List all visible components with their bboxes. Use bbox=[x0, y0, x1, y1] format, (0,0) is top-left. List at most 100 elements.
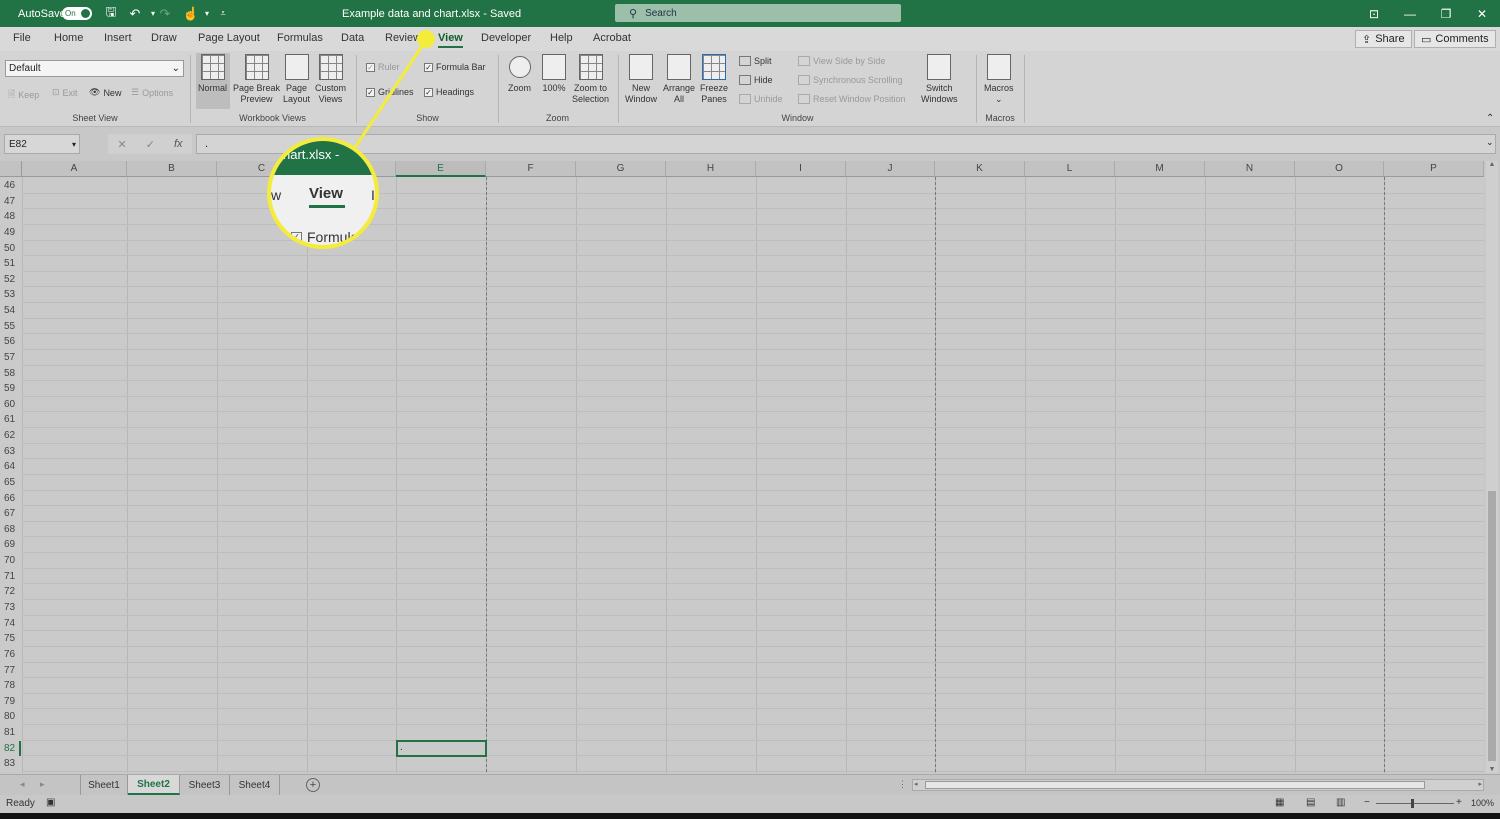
tab-developer[interactable]: Developer bbox=[481, 32, 531, 44]
normal-view-status-icon[interactable]: ▦ bbox=[1275, 797, 1284, 808]
customize-qat-icon[interactable]: ⩡ bbox=[212, 0, 234, 27]
row-header[interactable]: 75 bbox=[0, 631, 21, 647]
tab-insert[interactable]: Insert bbox=[104, 32, 132, 44]
row-header[interactable]: 66 bbox=[0, 491, 21, 507]
horizontal-scroll-thumb[interactable] bbox=[925, 781, 1425, 789]
expand-formula-bar-icon[interactable]: ⌄ bbox=[1486, 137, 1494, 148]
scroll-left-icon[interactable]: ◂ bbox=[914, 780, 918, 788]
row-header[interactable]: 59 bbox=[0, 381, 21, 397]
active-cell[interactable]: . bbox=[396, 739, 487, 757]
row-header[interactable]: 54 bbox=[0, 303, 21, 319]
row-header[interactable]: 50 bbox=[0, 241, 21, 257]
new-sheet-view-button[interactable]: 👁 New bbox=[89, 87, 121, 98]
comments-button[interactable]: ▭ Comments bbox=[1414, 30, 1496, 48]
save-icon[interactable]: 🖫 bbox=[100, 0, 122, 27]
row-header[interactable]: 63 bbox=[0, 444, 21, 460]
column-header[interactable]: E bbox=[396, 161, 486, 177]
freeze-panes-button[interactable]: Freeze Panes bbox=[700, 54, 728, 105]
formula-input[interactable]: . bbox=[196, 134, 1496, 154]
tab-page-layout[interactable]: Page Layout bbox=[198, 32, 260, 44]
row-header[interactable]: 68 bbox=[0, 522, 21, 538]
row-header[interactable]: 61 bbox=[0, 412, 21, 428]
add-sheet-icon[interactable]: + bbox=[306, 778, 320, 792]
row-header[interactable]: 74 bbox=[0, 616, 21, 632]
headings-checkbox[interactable]: ✓ Headings bbox=[424, 87, 474, 97]
split-button[interactable]: Split bbox=[739, 56, 772, 66]
row-header[interactable]: 55 bbox=[0, 319, 21, 335]
row-header[interactable]: 77 bbox=[0, 663, 21, 679]
column-header[interactable]: N bbox=[1205, 161, 1295, 177]
page-layout-status-icon[interactable]: ▤ bbox=[1306, 797, 1315, 808]
select-all-corner[interactable] bbox=[0, 161, 22, 177]
column-header[interactable]: P bbox=[1384, 161, 1484, 177]
column-header[interactable]: M bbox=[1115, 161, 1205, 177]
row-header[interactable]: 47 bbox=[0, 194, 21, 210]
column-header[interactable]: I bbox=[756, 161, 846, 177]
row-header[interactable]: 72 bbox=[0, 584, 21, 600]
macros-button[interactable]: Macros ⌄ bbox=[984, 54, 1014, 105]
column-header[interactable]: L bbox=[1025, 161, 1115, 177]
vertical-scroll-thumb[interactable] bbox=[1488, 491, 1496, 761]
column-header[interactable]: A bbox=[22, 161, 127, 177]
row-header[interactable]: 83 bbox=[0, 756, 21, 772]
zoom-slider-thumb[interactable] bbox=[1411, 799, 1414, 808]
column-header[interactable]: F bbox=[486, 161, 576, 177]
gridlines-checkbox[interactable]: ✓ Gridlines bbox=[366, 87, 414, 97]
column-header[interactable]: B bbox=[127, 161, 217, 177]
tab-splitter-icon[interactable]: ⋮ bbox=[898, 779, 907, 790]
row-header[interactable]: 46 bbox=[0, 178, 21, 194]
next-sheet-icon[interactable]: ▸ bbox=[40, 779, 45, 790]
row-header[interactable]: 57 bbox=[0, 350, 21, 366]
tab-view[interactable]: View bbox=[438, 32, 463, 48]
page-break-preview-button[interactable]: Page Break Preview bbox=[233, 54, 280, 105]
macro-recording-icon[interactable]: ▣ bbox=[46, 797, 55, 808]
tab-help[interactable]: Help bbox=[550, 32, 573, 44]
worksheet-grid[interactable]: ABCDEFGHIJKLMNOP 46474849505152535455565… bbox=[0, 161, 1484, 773]
row-header[interactable]: 56 bbox=[0, 334, 21, 350]
tab-home[interactable]: Home bbox=[54, 32, 83, 44]
row-header[interactable]: 73 bbox=[0, 600, 21, 616]
tab-acrobat[interactable]: Acrobat bbox=[593, 32, 631, 44]
row-header[interactable]: 52 bbox=[0, 272, 21, 288]
row-header[interactable]: 70 bbox=[0, 553, 21, 569]
zoom-in-icon[interactable]: + bbox=[1456, 797, 1462, 808]
custom-views-button[interactable]: Custom Views bbox=[315, 54, 346, 105]
column-header[interactable]: G bbox=[576, 161, 666, 177]
ribbon-display-options-icon[interactable]: ⊡ bbox=[1356, 0, 1392, 27]
row-header[interactable]: 78 bbox=[0, 678, 21, 694]
enter-icon[interactable]: ✓ bbox=[146, 138, 155, 151]
row-header[interactable]: 58 bbox=[0, 366, 21, 382]
scroll-up-icon[interactable]: ▲ bbox=[1486, 161, 1498, 168]
minimize-icon[interactable]: — bbox=[1392, 0, 1428, 27]
collapse-ribbon-icon[interactable]: ⌃ bbox=[1486, 113, 1494, 124]
row-header[interactable]: 62 bbox=[0, 428, 21, 444]
hide-button[interactable]: Hide bbox=[739, 75, 773, 85]
sheet-tab[interactable]: Sheet3 bbox=[180, 775, 230, 795]
row-header[interactable]: 51 bbox=[0, 256, 21, 272]
autosave-toggle[interactable]: On bbox=[62, 0, 92, 27]
tab-formulas[interactable]: Formulas bbox=[277, 32, 323, 44]
normal-view-button[interactable]: Normal bbox=[198, 54, 227, 94]
new-window-button[interactable]: New Window bbox=[625, 54, 657, 105]
formula-bar-checkbox[interactable]: ✓ Formula Bar bbox=[424, 62, 486, 72]
vertical-scrollbar[interactable]: ▲ ▼ bbox=[1486, 161, 1498, 773]
row-header[interactable]: 71 bbox=[0, 569, 21, 585]
share-button[interactable]: ⇪ Share bbox=[1355, 30, 1412, 48]
column-header[interactable]: H bbox=[666, 161, 756, 177]
tab-review[interactable]: Review bbox=[385, 32, 421, 44]
row-header[interactable]: 65 bbox=[0, 475, 21, 491]
tab-file[interactable]: File bbox=[13, 32, 31, 44]
row-header[interactable]: 82 bbox=[0, 740, 21, 757]
row-header[interactable]: 49 bbox=[0, 225, 21, 241]
sheet-view-select[interactable]: Default ⌄ bbox=[5, 60, 184, 77]
zoom-out-icon[interactable]: − bbox=[1364, 797, 1370, 808]
row-header[interactable]: 79 bbox=[0, 694, 21, 710]
page-break-status-icon[interactable]: ▥ bbox=[1336, 797, 1345, 808]
row-header[interactable]: 48 bbox=[0, 209, 21, 225]
search-box[interactable]: ⚲ Search bbox=[615, 4, 901, 22]
sheet-tab[interactable]: Sheet1 bbox=[80, 775, 128, 795]
insert-function-icon[interactable]: fx bbox=[174, 138, 183, 150]
page-layout-view-button[interactable]: Page Layout bbox=[283, 54, 310, 105]
scroll-down-icon[interactable]: ▼ bbox=[1486, 766, 1498, 773]
scroll-right-icon[interactable]: ▸ bbox=[1478, 780, 1482, 788]
